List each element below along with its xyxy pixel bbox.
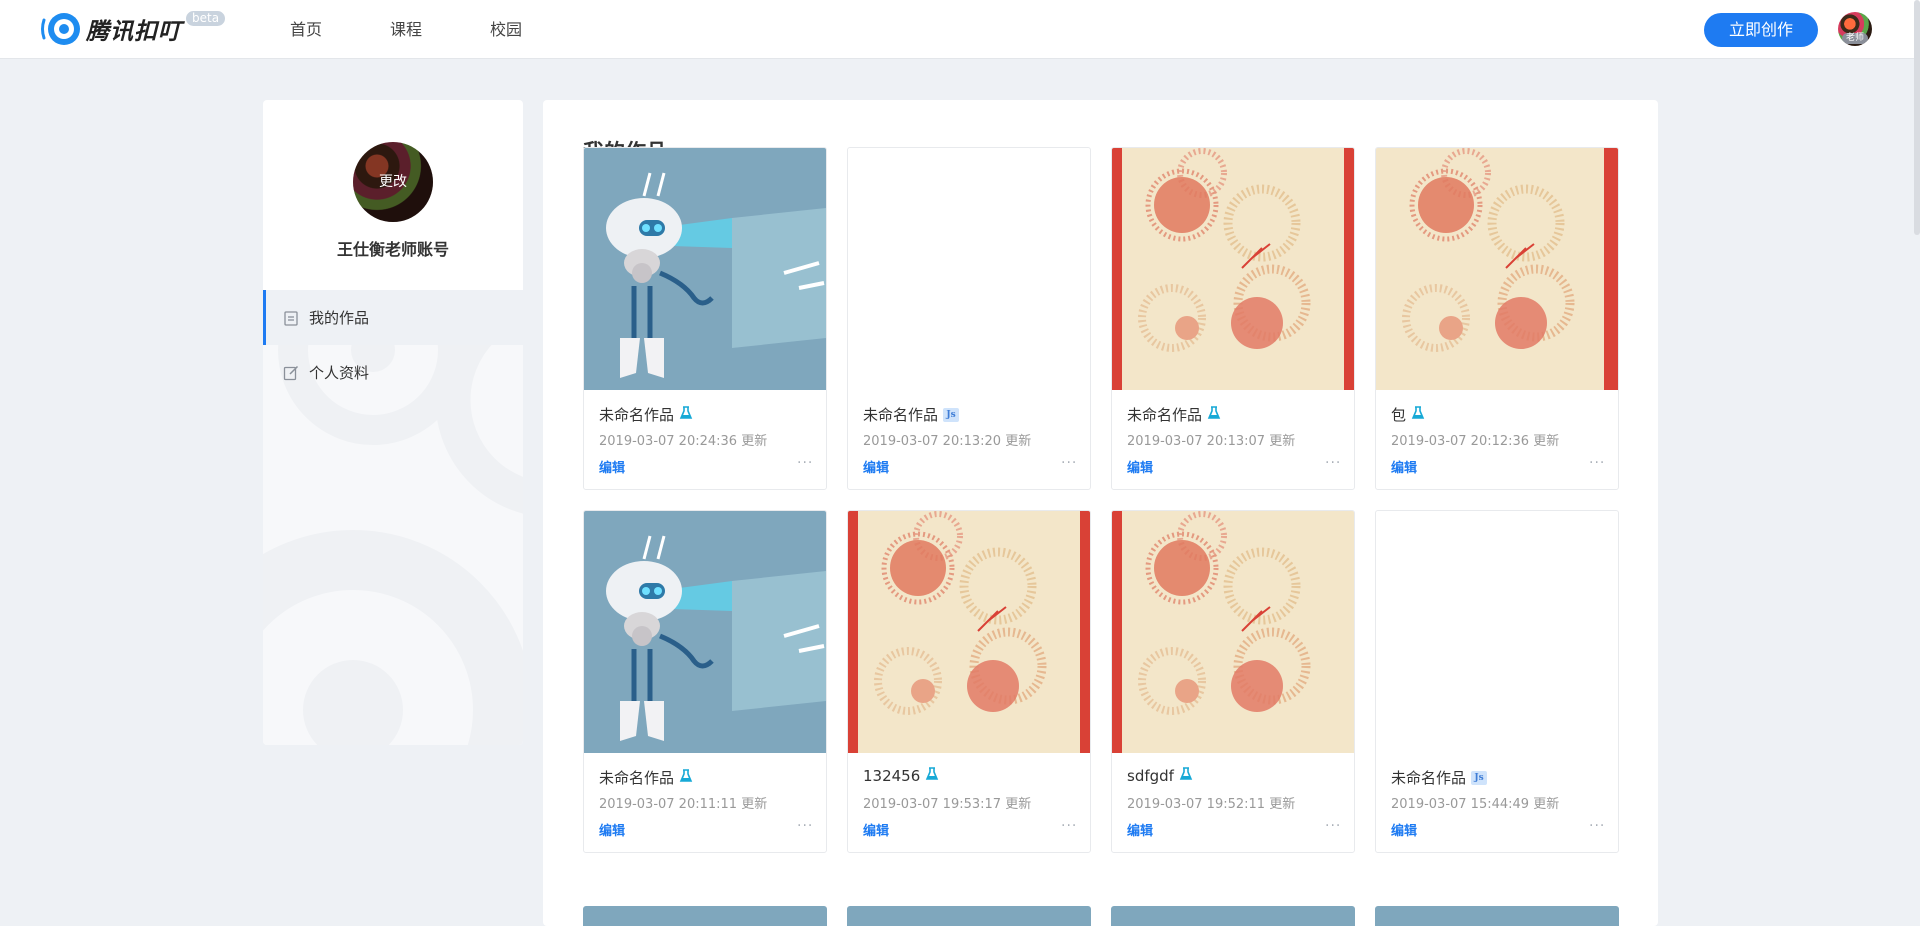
profile-header: 更改 王仕衡老师账号 (263, 100, 523, 290)
work-card-partial[interactable] (1111, 906, 1355, 926)
work-updated-time: 2019-03-07 20:13:20 更新 (863, 434, 1032, 449)
work-card[interactable]: 未命名作品 Js 2019-03-07 20:13:20 更新编辑 ··· (847, 147, 1091, 490)
change-avatar-label[interactable]: 更改 (353, 142, 433, 222)
work-title-row: 未命名作品 (1127, 404, 1221, 425)
sidebar-item-my-works[interactable]: 我的作品 (263, 290, 523, 345)
work-card[interactable]: 未命名作品 2019-03-07 20:11:11 更新编辑 ··· (583, 510, 827, 853)
lab-flask-icon (1179, 767, 1193, 785)
more-options-icon[interactable]: ··· (1325, 455, 1341, 471)
work-title: 132456 (863, 767, 921, 785)
work-updated-time: 2019-03-07 20:11:11 更新 (599, 797, 768, 812)
sidebar-item-label: 个人资料 (309, 364, 370, 382)
work-title: sdfgdf (1127, 767, 1174, 785)
work-card[interactable]: 132456 2019-03-07 19:53:17 更新编辑 ··· (847, 510, 1091, 853)
more-options-icon[interactable]: ··· (1325, 818, 1341, 834)
work-title: 未命名作品 (599, 769, 675, 787)
work-card-partial[interactable] (847, 906, 1091, 926)
more-options-icon[interactable]: ··· (1589, 818, 1605, 834)
work-thumbnail[interactable] (1376, 148, 1618, 390)
work-thumbnail[interactable] (1112, 511, 1354, 753)
edit-button[interactable]: 编辑 (1127, 457, 1153, 476)
work-title-row: sdfgdf (1127, 767, 1193, 785)
work-card[interactable]: 未命名作品 2019-03-07 20:13:07 更新编辑 ··· (1111, 147, 1355, 490)
work-title: 包 (1391, 406, 1407, 424)
work-thumbnail[interactable] (848, 511, 1090, 753)
work-title: 未命名作品 (863, 406, 939, 424)
work-card[interactable]: 未命名作品 2019-03-07 20:24:36 更新编辑 ··· (583, 147, 827, 490)
work-title: 未命名作品 (599, 406, 675, 424)
logo[interactable]: 腾讯扣叮 (40, 10, 182, 48)
lab-flask-icon (1207, 405, 1221, 424)
main-nav: 首页 课程 校园 (290, 0, 590, 59)
work-updated-time: 2019-03-07 20:13:07 更新 (1127, 434, 1296, 449)
work-thumbnail[interactable] (848, 148, 1090, 390)
work-card[interactable]: 包 2019-03-07 20:12:36 更新编辑 ··· (1375, 147, 1619, 490)
edit-button[interactable]: 编辑 (1127, 820, 1153, 839)
work-thumbnail[interactable] (584, 511, 826, 753)
more-options-icon[interactable]: ··· (1589, 455, 1605, 471)
work-title: 未命名作品 (1127, 406, 1203, 424)
teacher-tag: 老师 (1842, 33, 1868, 44)
brand-name: 腾讯扣叮 (86, 19, 182, 45)
edit-button[interactable]: 编辑 (863, 820, 889, 839)
work-updated-time: 2019-03-07 15:44:49 更新 (1391, 797, 1560, 812)
more-options-icon[interactable]: ··· (797, 455, 813, 471)
lab-flask-icon (679, 405, 693, 424)
work-card[interactable]: 未命名作品 Js 2019-03-07 15:44:49 更新编辑 ··· (1375, 510, 1619, 853)
work-card-partial[interactable] (583, 906, 827, 926)
create-now-button[interactable]: 立即创作 (1704, 13, 1818, 47)
nav-home[interactable]: 首页 (290, 0, 322, 59)
nav-courses[interactable]: 课程 (390, 0, 422, 59)
work-title-row: 未命名作品 Js (1391, 767, 1488, 788)
logo-eye-icon (41, 13, 80, 45)
work-title-row: 未命名作品 (599, 767, 693, 788)
top-navbar: 腾讯扣叮 beta 首页 课程 校园 立即创作 老师 (0, 0, 1920, 59)
user-avatar[interactable]: 老师 (1838, 12, 1872, 46)
lab-flask-icon (925, 767, 939, 785)
work-card[interactable]: sdfgdf 2019-03-07 19:52:11 更新编辑 ··· (1111, 510, 1355, 853)
nav-campus[interactable]: 校园 (490, 0, 522, 59)
edit-button[interactable]: 编辑 (599, 820, 625, 839)
work-updated-time: 2019-03-07 20:12:36 更新 (1391, 434, 1560, 449)
work-title: 未命名作品 (1391, 769, 1467, 787)
profile-avatar[interactable]: 更改 (353, 142, 433, 222)
profile-username: 王仕衡老师账号 (336, 240, 449, 259)
edit-button[interactable]: 编辑 (863, 457, 889, 476)
work-thumbnail[interactable] (1376, 511, 1618, 753)
edit-icon (283, 365, 299, 380)
more-options-icon[interactable]: ··· (797, 818, 813, 834)
page-scrollbar[interactable] (1914, 0, 1920, 235)
js-badge-icon: Js (1471, 770, 1488, 785)
sidebar-menu: 我的作品 个人资料 (263, 290, 523, 745)
work-updated-time: 2019-03-07 20:24:36 更新 (599, 434, 768, 449)
work-updated-time: 2019-03-07 19:52:11 更新 (1127, 797, 1296, 812)
works-panel: 我的作品 未命名作品2019-03-07 20:24:36 更新编辑···未命名… (543, 100, 1658, 926)
work-thumbnail[interactable] (1112, 148, 1354, 390)
more-options-icon[interactable]: ··· (1061, 455, 1077, 471)
sidebar-item-profile[interactable]: 个人资料 (263, 345, 523, 400)
clipboard-icon (284, 310, 298, 326)
work-thumbnail[interactable] (584, 148, 826, 390)
lab-flask-icon (679, 768, 693, 787)
work-title-row: 未命名作品 (599, 404, 693, 425)
profile-sidebar: 更改 王仕衡老师账号 我的作品 个人资料 (263, 100, 523, 745)
work-title-row: 132456 (863, 767, 939, 785)
beta-badge: beta (186, 11, 226, 26)
work-title-row: 未命名作品 Js (863, 404, 960, 425)
more-options-icon[interactable]: ··· (1061, 818, 1077, 834)
edit-button[interactable]: 编辑 (1391, 820, 1417, 839)
edit-button[interactable]: 编辑 (1391, 457, 1417, 476)
work-updated-time: 2019-03-07 19:53:17 更新 (863, 797, 1032, 812)
work-title-row: 包 (1391, 404, 1425, 425)
lab-flask-icon (1411, 405, 1425, 424)
js-badge-icon: Js (943, 407, 960, 422)
edit-button[interactable]: 编辑 (599, 457, 625, 476)
work-card-partial[interactable] (1375, 906, 1619, 926)
sidebar-item-label: 我的作品 (309, 309, 370, 327)
